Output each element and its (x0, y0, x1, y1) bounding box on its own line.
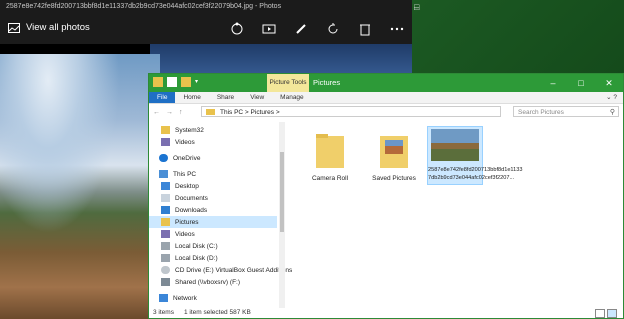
explorer-title: Pictures (313, 78, 341, 87)
nav-item-shared[interactable]: Shared (\\vboxsrv) (F:) (161, 276, 240, 288)
photo-gallery-icon (8, 22, 20, 33)
nav-item-videos[interactable]: Videos (161, 136, 195, 148)
rotate-icon[interactable] (324, 20, 342, 38)
slideshow-icon[interactable] (260, 20, 278, 38)
photos-title: 2587e8e742fe8fd200713bbf8d1e11337db2b9cd… (6, 3, 282, 10)
nav-item-pictures[interactable]: Pictures (149, 216, 277, 228)
explorer-title-bar: ▾ Picture Tools Pictures – □ ✕ (149, 74, 623, 92)
drive-icon (161, 242, 170, 250)
tab-home[interactable]: Home (175, 92, 208, 103)
nav-item-documents[interactable]: Documents (161, 192, 208, 204)
item-label: 2587e8e742fe8fd200713bbf8d1e1133 7db2b9c… (428, 167, 523, 181)
photo-image (0, 54, 160, 319)
photos-title-bar: 2587e8e742fe8fd200713bbf8d1e11337db2b9cd… (0, 0, 419, 14)
minimize-button[interactable]: – (539, 74, 567, 92)
photos-toolbar-actions (228, 20, 406, 38)
back-icon[interactable]: ← (153, 109, 160, 116)
folder-item-saved-pictures[interactable]: Saved Pictures (365, 130, 423, 183)
view-all-photos-button[interactable]: View all photos (8, 22, 90, 33)
item-label: Saved Pictures (372, 175, 416, 182)
nav-item-downloads[interactable]: Downloads (161, 204, 207, 216)
download-icon (161, 206, 170, 214)
file-list: Camera Roll Saved Pictures 2587e8e742fe8… (289, 122, 619, 308)
nav-item-desktop[interactable]: Desktop (161, 180, 199, 192)
pictures-folder-icon (380, 136, 408, 168)
folder-icon (161, 126, 170, 134)
quick-access-toolbar: ▾ (153, 77, 205, 87)
selection-info: 1 item selected 587 KB (183, 309, 251, 316)
folder-item-camera-roll[interactable]: Camera Roll (301, 130, 359, 183)
maximize-button[interactable]: □ (567, 74, 595, 92)
photos-toolbar: View all photos (0, 14, 412, 44)
status-bar: 3 items 1 item selected 587 KB (149, 308, 623, 318)
tab-file[interactable]: File (149, 92, 176, 103)
delete-icon[interactable] (356, 20, 374, 38)
item-count: 3 items (153, 309, 174, 316)
photo-sky-strip (150, 44, 412, 74)
more-icon[interactable] (388, 20, 406, 38)
tab-manage[interactable]: Manage (272, 92, 312, 103)
explorer-window-controls: – □ ✕ (539, 74, 623, 92)
nav-scrollbar[interactable] (279, 122, 285, 308)
videos-icon (161, 138, 170, 146)
forward-icon[interactable]: → (166, 109, 173, 116)
close-button[interactable]: ✕ (595, 74, 623, 92)
chevron-down-icon[interactable]: ▾ (195, 77, 205, 87)
pictures-icon (161, 218, 170, 226)
search-placeholder: Search Pictures (518, 109, 564, 116)
network-drive-icon (161, 278, 170, 286)
expand-ribbon-icon[interactable]: ⌄ ? (600, 92, 623, 103)
tab-share[interactable]: Share (209, 92, 242, 103)
documents-icon (161, 194, 170, 202)
cloud-icon (159, 154, 168, 162)
view-buttons (595, 308, 617, 318)
image-thumbnail-icon (431, 129, 479, 161)
edit-icon[interactable] (292, 20, 310, 38)
nav-item-network[interactable]: Network (159, 292, 197, 304)
share-icon[interactable] (228, 20, 246, 38)
drive-icon (161, 254, 170, 262)
address-row: ← → ↑ This PC > Pictures > Search Pictur… (149, 104, 623, 120)
scrollbar-thumb[interactable] (280, 152, 284, 232)
tab-view[interactable]: View (242, 92, 272, 103)
nav-item-cd-drive[interactable]: CD Drive (E:) VirtualBox Guest Additions (161, 264, 292, 276)
image-item-selected[interactable]: 2587e8e742fe8fd200713bbf8d1e1133 7db2b9c… (427, 126, 523, 185)
nav-item-local-disk-c[interactable]: Local Disk (C:) (161, 240, 218, 252)
explorer-window: ▾ Picture Tools Pictures – □ ✕ File Home… (148, 73, 624, 319)
nav-item-onedrive[interactable]: OneDrive (159, 152, 200, 164)
folder-icon (206, 109, 215, 115)
details-view-icon[interactable] (595, 309, 605, 318)
view-all-photos-label: View all photos (26, 22, 90, 33)
folder-icon (153, 77, 163, 87)
large-icons-view-icon[interactable] (607, 309, 617, 318)
item-label: Camera Roll (311, 175, 349, 182)
nav-item-videos-2[interactable]: Videos (161, 228, 195, 240)
address-bar[interactable]: This PC > Pictures > (201, 106, 501, 117)
folder-icon (316, 134, 344, 168)
ribbon-tabs: File Home Share View Manage ⌄ ? (149, 92, 623, 104)
new-folder-icon[interactable] (181, 77, 191, 87)
search-input[interactable]: Search Pictures ⚲ (513, 106, 619, 117)
desktop-icon (161, 182, 170, 190)
maximize-icon[interactable]: □ (414, 0, 419, 14)
breadcrumb-this-pc[interactable]: This PC (220, 109, 243, 116)
navigation-pane: System32 Videos OneDrive This PC Desktop… (149, 122, 292, 308)
videos-icon (161, 230, 170, 238)
network-icon (159, 294, 168, 302)
up-icon[interactable]: ↑ (179, 109, 183, 116)
nav-item-this-pc[interactable]: This PC (159, 168, 196, 180)
computer-icon (159, 170, 168, 178)
picture-tools-tab[interactable]: Picture Tools (267, 74, 309, 92)
properties-icon[interactable] (167, 77, 177, 87)
nav-item-system32[interactable]: System32 (161, 124, 204, 136)
nav-item-local-disk-d[interactable]: Local Disk (D:) (161, 252, 218, 264)
nav-arrows: ← → ↑ (149, 109, 183, 116)
search-icon: ⚲ (609, 109, 615, 116)
breadcrumb-pictures[interactable]: Pictures (251, 109, 274, 116)
cd-drive-icon (161, 266, 170, 274)
